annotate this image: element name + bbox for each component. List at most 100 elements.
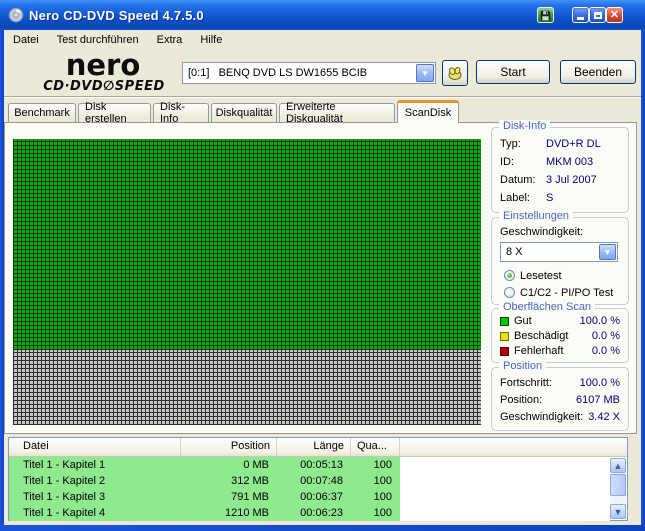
start-button[interactable]: Start bbox=[476, 60, 550, 84]
disk-info-id-label: ID: bbox=[500, 156, 515, 168]
scan-grid-unscanned-area bbox=[13, 350, 481, 425]
tab-benchmark[interactable]: Benchmark bbox=[8, 103, 76, 122]
menu-hilfe[interactable]: Hilfe bbox=[191, 31, 231, 49]
row-filler bbox=[400, 505, 610, 521]
vertical-scrollbar[interactable]: ▲ ▼ bbox=[610, 458, 626, 519]
file-table: Datei Position Länge Qua... Titel 1 - Ka… bbox=[8, 437, 628, 521]
menubar: Datei Test durchführen Extra Hilfe bbox=[4, 30, 641, 50]
geschwindigkeit-value: 3.42 X bbox=[588, 411, 620, 423]
nero-logo: nero bbox=[65, 48, 141, 82]
scroll-down-button[interactable]: ▼ bbox=[610, 504, 626, 519]
eject-hand-icon bbox=[448, 66, 462, 80]
drive-select-value: [0:1] BENQ DVD LS DW1655 BCIB bbox=[188, 67, 368, 79]
capture-button[interactable] bbox=[537, 7, 554, 23]
radio-c1c2-pipo[interactable]: C1/C2 - PI/PO Test bbox=[504, 286, 624, 299]
maximize-icon bbox=[593, 11, 602, 19]
app-window: Nero CD-DVD Speed 4.7.5.0 ✕ Datei Test d… bbox=[0, 0, 645, 531]
header-laenge[interactable]: Länge bbox=[277, 438, 351, 456]
file-table-body: Titel 1 - Kapitel 1 0 MB 00:05:13 100 Ti… bbox=[9, 457, 610, 521]
disk-info-id-value: MKM 003 bbox=[546, 156, 594, 168]
cell-datei: Titel 1 - Kapitel 4 bbox=[9, 505, 181, 521]
row-filler bbox=[400, 457, 610, 473]
file-table-header[interactable]: Datei Position Länge Qua... bbox=[9, 438, 627, 457]
cell-position: 312 MB bbox=[181, 473, 277, 489]
disk-info-typ-value: DVD+R DL bbox=[546, 138, 601, 150]
table-row[interactable]: Titel 1 - Kapitel 4 1210 MB 00:06:23 100 bbox=[9, 505, 610, 521]
tab-erweiterte-diskqualitaet[interactable]: Erweiterte Diskqualität bbox=[279, 101, 395, 125]
drive-select[interactable]: [0:1] BENQ DVD LS DW1655 BCIB ▼ bbox=[182, 62, 436, 84]
cd-disc-icon bbox=[8, 7, 24, 23]
table-row[interactable]: Titel 1 - Kapitel 2 312 MB 00:07:48 100 bbox=[9, 473, 610, 489]
oberflaechen-scan-title: Oberflächen Scan bbox=[499, 301, 596, 313]
header-qua[interactable]: Qua... bbox=[351, 438, 400, 456]
cell-datei: Titel 1 - Kapitel 2 bbox=[9, 473, 181, 489]
geschwindigkeit-label: Geschwindigkeit: bbox=[500, 411, 584, 423]
header-datei[interactable]: Datei bbox=[9, 438, 181, 456]
disk-info-datum-label: Datum: bbox=[500, 174, 536, 186]
disk-info-group: Disk-Info Typ: DVD+R DL ID: MKM 003 Datu… bbox=[491, 120, 629, 213]
gut-label: Gut bbox=[514, 315, 532, 327]
position-value: 6107 MB bbox=[575, 394, 620, 406]
disk-info-title: Disk-Info bbox=[499, 120, 551, 132]
floppy-disk-icon bbox=[540, 10, 551, 20]
fehlerhaft-label: Fehlerhaft bbox=[514, 345, 564, 357]
radio-selected-icon[interactable] bbox=[504, 270, 515, 281]
close-button[interactable]: ✕ bbox=[606, 7, 623, 23]
window-border-bottom bbox=[0, 525, 645, 531]
cell-laenge: 00:06:23 bbox=[277, 505, 351, 521]
table-row[interactable]: Titel 1 - Kapitel 3 791 MB 00:06:37 100 bbox=[9, 489, 610, 505]
tabstrip: Benchmark Disk erstellen Disk-Info Diskq… bbox=[4, 100, 641, 125]
position-title: Position bbox=[499, 360, 547, 372]
cell-datei: Titel 1 - Kapitel 3 bbox=[9, 489, 181, 505]
beschaedigt-label: Beschädigt bbox=[514, 330, 569, 342]
fortschritt-label: Fortschritt: bbox=[500, 377, 552, 389]
cd-dvd-speed-logo: CD·DVD∅SPEED bbox=[43, 79, 165, 94]
cell-position: 0 MB bbox=[181, 457, 277, 473]
menu-test-durchfuehren[interactable]: Test durchführen bbox=[48, 31, 148, 49]
tab-disk-info[interactable]: Disk-Info bbox=[153, 101, 209, 125]
cell-datei: Titel 1 - Kapitel 1 bbox=[9, 457, 181, 473]
radio-lesetest-label: Lesetest bbox=[520, 269, 562, 282]
cell-laenge: 00:05:13 bbox=[277, 457, 351, 473]
tab-scandisk[interactable]: ScanDisk bbox=[397, 100, 459, 123]
menu-extra[interactable]: Extra bbox=[148, 31, 192, 49]
toolbar: nero CD·DVD∅SPEED [0:1] BENQ DVD LS DW16… bbox=[4, 50, 641, 96]
titlebar[interactable]: Nero CD-DVD Speed 4.7.5.0 ✕ bbox=[0, 0, 645, 30]
minimize-icon bbox=[577, 17, 584, 20]
disk-info-typ-label: Typ: bbox=[500, 138, 521, 150]
good-color-swatch bbox=[500, 316, 509, 326]
eject-button[interactable] bbox=[442, 60, 468, 86]
cell-qua: 100 bbox=[351, 457, 400, 473]
cell-laenge: 00:07:48 bbox=[277, 473, 351, 489]
chevron-down-icon[interactable]: ▼ bbox=[599, 244, 616, 260]
tab-disk-erstellen[interactable]: Disk erstellen bbox=[78, 101, 151, 125]
toolbar-separator bbox=[4, 96, 641, 98]
beenden-button[interactable]: Beenden bbox=[560, 60, 636, 84]
scroll-down-icon: ▼ bbox=[613, 506, 623, 517]
gut-value: 100.0 % bbox=[579, 315, 620, 327]
surface-scan-grid bbox=[13, 139, 481, 425]
fortschritt-value: 100.0 % bbox=[579, 377, 620, 389]
table-row[interactable]: Titel 1 - Kapitel 1 0 MB 00:05:13 100 bbox=[9, 457, 610, 473]
speed-label: Geschwindigkeit: bbox=[500, 226, 584, 238]
menu-datei[interactable]: Datei bbox=[4, 31, 48, 49]
close-icon: ✕ bbox=[609, 8, 620, 21]
minimize-button[interactable] bbox=[572, 7, 589, 23]
speed-select[interactable]: 8 X ▼ bbox=[500, 242, 618, 262]
row-filler bbox=[400, 473, 610, 489]
disk-info-datum-value: 3 Jul 2007 bbox=[546, 174, 597, 186]
tab-diskqualitaet[interactable]: Diskqualität bbox=[211, 103, 277, 122]
header-position[interactable]: Position bbox=[181, 438, 277, 456]
radio-lesetest[interactable]: Lesetest bbox=[504, 269, 624, 282]
oberflaechen-scan-group: Oberflächen Scan Gut 100.0 % Beschädigt … bbox=[491, 301, 629, 363]
row-filler bbox=[400, 489, 610, 505]
scroll-up-icon: ▲ bbox=[613, 460, 623, 471]
chevron-down-icon[interactable]: ▼ bbox=[416, 64, 434, 82]
cell-qua: 100 bbox=[351, 505, 400, 521]
radio-unselected-icon[interactable] bbox=[504, 287, 515, 298]
scroll-up-button[interactable]: ▲ bbox=[610, 458, 626, 473]
einstellungen-title: Einstellungen bbox=[499, 210, 574, 222]
scrollbar-thumb[interactable] bbox=[610, 474, 626, 496]
maximize-button[interactable] bbox=[589, 7, 606, 23]
disk-info-label-value: S bbox=[546, 192, 554, 204]
